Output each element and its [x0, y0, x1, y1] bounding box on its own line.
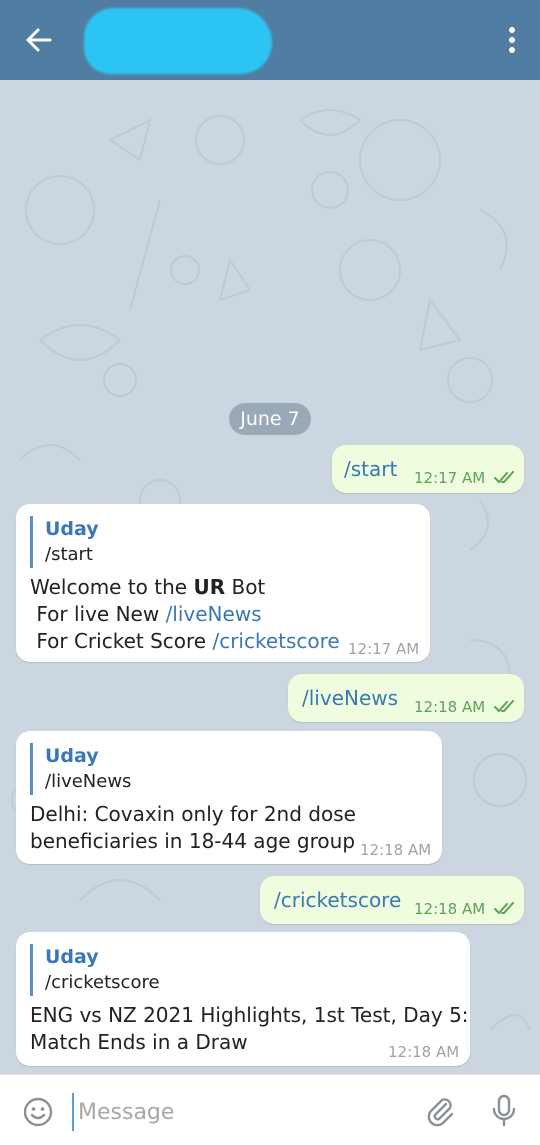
- message-text: Delhi: Covaxin only for 2nd dose benefic…: [30, 801, 356, 855]
- reply-preview[interactable]: Uday /cricketscore: [30, 944, 160, 996]
- message-time: 12:18 AM: [414, 698, 486, 716]
- smile-icon: [23, 1097, 53, 1127]
- text-line: ENG vs NZ 2021 Highlights, 1st Test, Day…: [30, 1003, 469, 1027]
- reply-quoted-text: /start: [45, 544, 93, 565]
- attach-button[interactable]: [424, 1095, 456, 1127]
- outgoing-message[interactable]: /start 12:17 AM: [332, 445, 524, 493]
- command-link[interactable]: /liveNews: [166, 602, 262, 626]
- text-segment: Welcome to the: [30, 575, 194, 599]
- message-composer: [0, 1074, 540, 1145]
- microphone-icon: [492, 1094, 516, 1127]
- reply-sender-name: Uday: [45, 946, 99, 968]
- reply-quoted-text: /liveNews: [45, 771, 132, 792]
- reply-preview[interactable]: Uday /start: [30, 516, 99, 568]
- double-check-icon: [494, 471, 514, 484]
- command-link[interactable]: /start: [344, 457, 397, 481]
- bold-text: UR: [193, 575, 226, 599]
- reply-quoted-text: /cricketscore: [45, 972, 160, 993]
- command-link[interactable]: /cricketscore: [274, 888, 401, 912]
- text-line: beneficiaries in 18-44 age group: [30, 829, 356, 853]
- message-time: 12:18 AM: [388, 1043, 460, 1061]
- reply-sender-name: Uday: [45, 745, 99, 767]
- message-input[interactable]: [72, 1093, 400, 1131]
- paperclip-icon: [427, 1098, 454, 1127]
- incoming-message[interactable]: Uday /liveNews Delhi: Covaxin only for 2…: [16, 731, 442, 864]
- more-options-button[interactable]: [504, 24, 520, 56]
- incoming-message[interactable]: Uday /cricketscore ENG vs NZ 2021 Highli…: [16, 932, 470, 1066]
- message-text: Welcome to the UR Bot For live New /live…: [30, 574, 340, 655]
- voice-message-button[interactable]: [490, 1094, 518, 1128]
- text-segment: For Cricket Score: [30, 629, 213, 653]
- more-vertical-icon: [509, 27, 515, 53]
- arrow-left-icon: [26, 28, 52, 52]
- command-link[interactable]: /cricketscore: [212, 629, 339, 653]
- date-badge: June 7: [229, 403, 311, 435]
- text-segment: For live New: [30, 602, 166, 626]
- message-time: 12:17 AM: [348, 640, 420, 658]
- double-check-icon: [494, 700, 514, 713]
- redacted-chat-name[interactable]: [84, 8, 272, 74]
- chat-header: [0, 0, 540, 80]
- message-time: 12:18 AM: [360, 841, 432, 859]
- chat-message-list[interactable]: June 7 /start 12:17 AM Uday /start Welco…: [0, 80, 540, 1074]
- reply-preview[interactable]: Uday /liveNews: [30, 743, 131, 795]
- reply-sender-name: Uday: [45, 518, 99, 540]
- emoji-button[interactable]: [22, 1096, 54, 1128]
- outgoing-message[interactable]: /liveNews 12:18 AM: [288, 674, 524, 722]
- back-button[interactable]: [20, 22, 60, 58]
- outgoing-message[interactable]: /cricketscore 12:18 AM: [260, 876, 524, 924]
- command-link[interactable]: /liveNews: [302, 686, 398, 710]
- message-time: 12:18 AM: [414, 900, 486, 918]
- incoming-message[interactable]: Uday /start Welcome to the UR Bot For li…: [16, 504, 430, 662]
- text-segment: Bot: [225, 575, 266, 599]
- message-time: 12:17 AM: [414, 469, 486, 487]
- text-line: Delhi: Covaxin only for 2nd dose: [30, 802, 356, 826]
- double-check-icon: [494, 902, 514, 915]
